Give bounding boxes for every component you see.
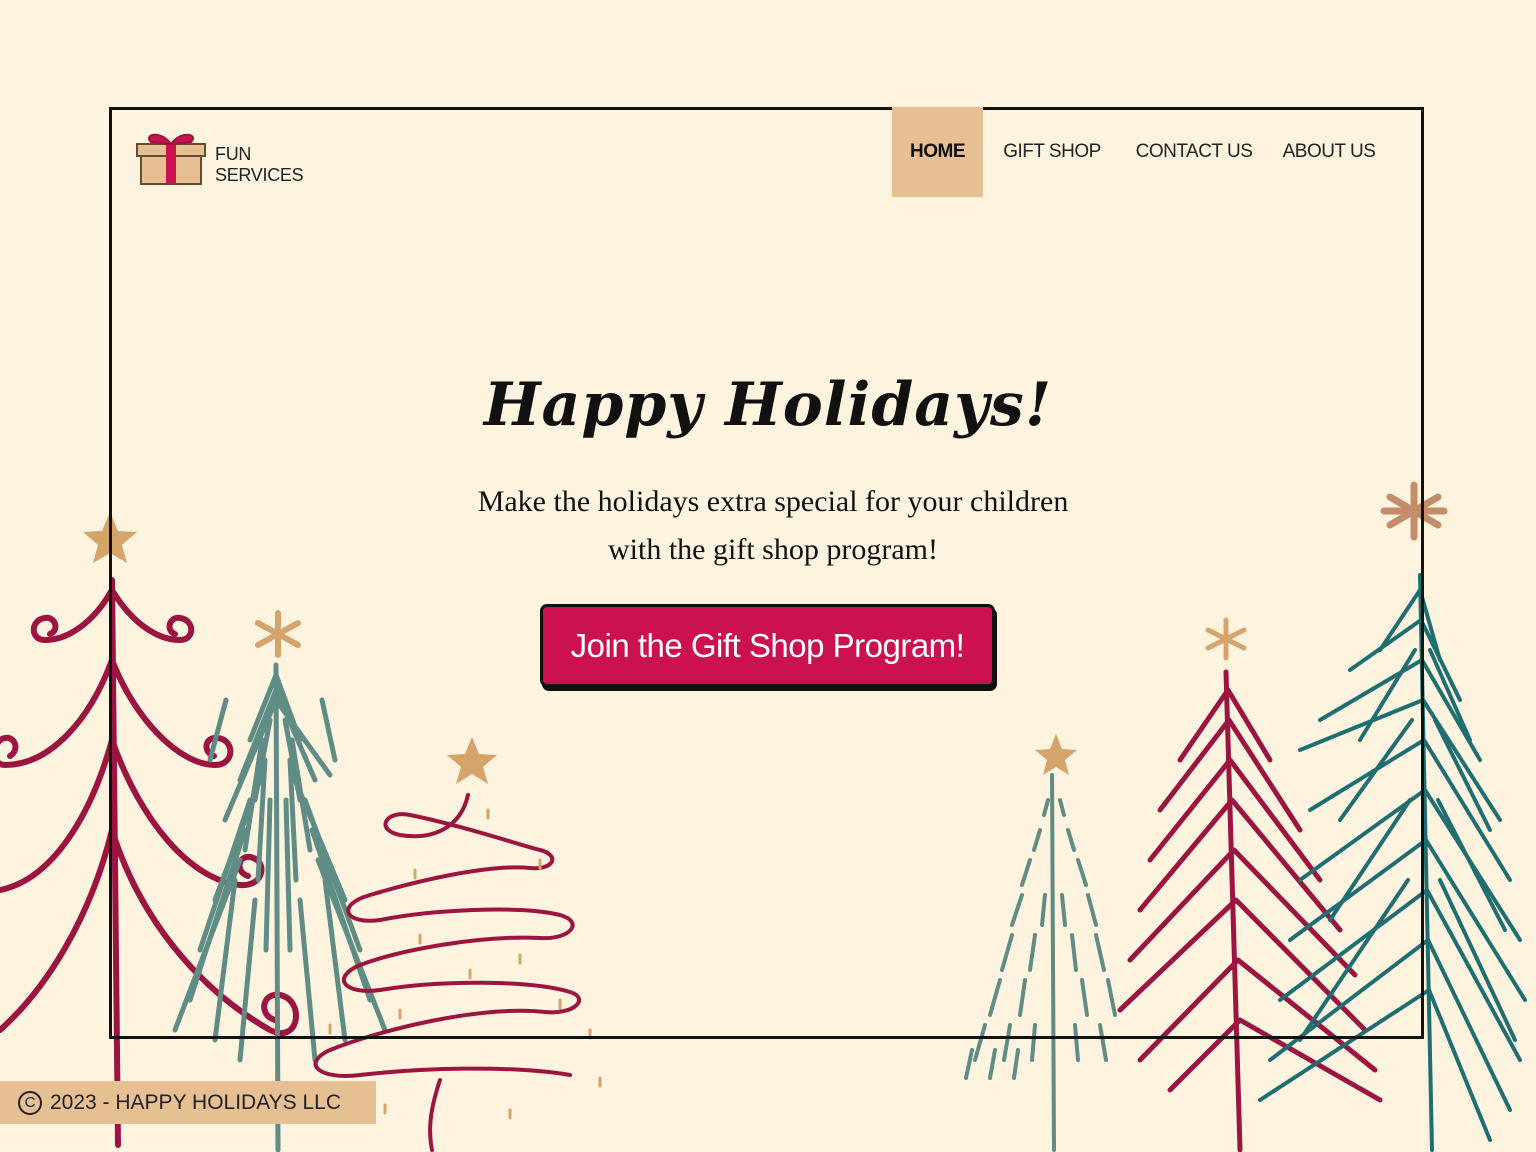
nav-gift-shop[interactable]: GIFT SHOP <box>983 107 1121 197</box>
footer-copyright: C 2023 - HAPPY HOLIDAYS LLC <box>0 1081 376 1124</box>
brand-line1: FUN <box>215 144 252 164</box>
hero-subtitle-line2: with the gift shop program! <box>608 533 938 566</box>
join-gift-shop-button[interactable]: Join the Gift Shop Program! <box>540 604 995 687</box>
nav-contact-us[interactable]: CONTACT US <box>1121 107 1267 197</box>
brand-name: FUN SERVICES <box>215 144 304 186</box>
hero-title: Happy Holidays! <box>483 370 1053 440</box>
hero-subtitle-line1: Make the holidays extra special for your… <box>477 485 1069 518</box>
nav-about-us[interactable]: ABOUT US <box>1267 107 1391 197</box>
copyright-icon: C <box>18 1090 42 1115</box>
brand-logo[interactable]: FUN SERVICES <box>135 130 304 186</box>
nav-home[interactable]: HOME <box>892 107 983 197</box>
gift-box-icon <box>136 133 206 185</box>
main-nav: HOME GIFT SHOP CONTACT US ABOUT US <box>892 107 1391 197</box>
brand-line2: SERVICES <box>215 165 304 185</box>
footer-text: 2023 - HAPPY HOLIDAYS LLC <box>50 1090 342 1114</box>
hero-subtitle: Make the holidays extra special for your… <box>0 478 1536 574</box>
